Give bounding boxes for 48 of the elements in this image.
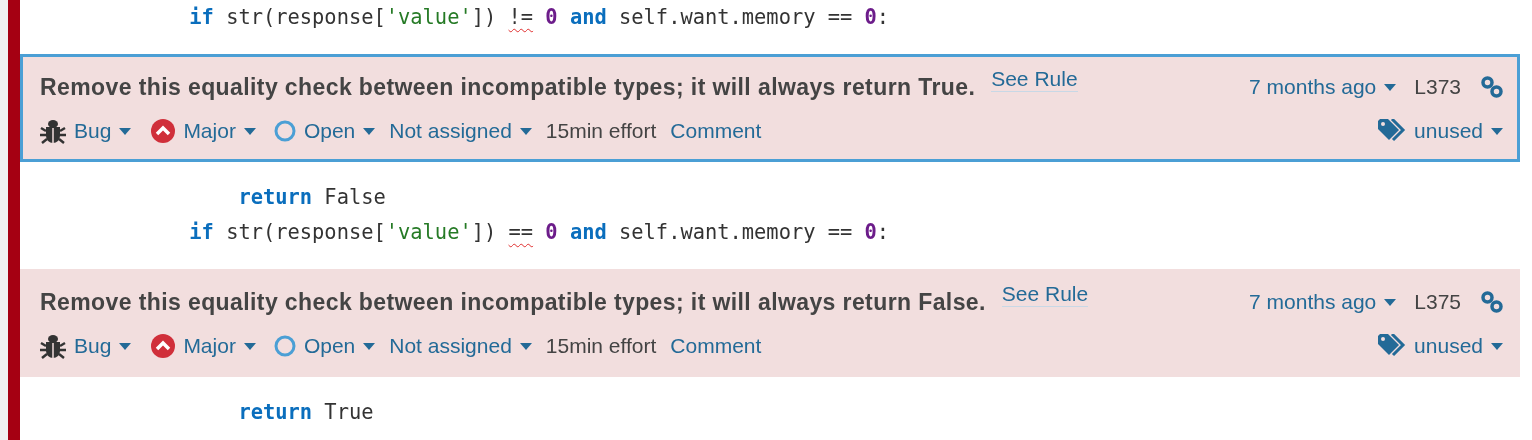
caret-icon: [119, 127, 132, 135]
caret-icon: [119, 342, 132, 350]
issue-message: Remove this equality check between incompatible types; it will always return True.: [40, 73, 976, 101]
assignee-dropdown[interactable]: Not assigned: [389, 119, 532, 143]
date-dropdown[interactable]: 7 months ago: [1249, 75, 1397, 99]
effort-label: 15min effort: [545, 334, 657, 358]
line-number: L373: [1414, 75, 1461, 99]
bug-icon: [40, 117, 66, 145]
caret-icon: [363, 127, 376, 135]
severity-icon: [151, 334, 176, 358]
tag-dropdown[interactable]: unused: [1414, 334, 1503, 358]
tag-dropdown[interactable]: unused: [1414, 119, 1503, 143]
severity-dropdown[interactable]: Major: [183, 334, 256, 358]
caret-icon: [1384, 298, 1397, 306]
caret-icon: [1491, 127, 1503, 135]
issue-message: Remove this equality check between incompatible types; it will always return False.: [40, 288, 986, 316]
link-icon[interactable]: [1481, 291, 1503, 313]
assignee-dropdown[interactable]: Not assigned: [389, 334, 532, 358]
severity-icon: [151, 119, 176, 143]
see-rule-link[interactable]: See Rule: [991, 67, 1078, 92]
comment-link[interactable]: Comment: [670, 334, 762, 358]
code-line: return True: [237, 399, 374, 426]
line-number: L375: [1414, 290, 1461, 314]
date-dropdown[interactable]: 7 months ago: [1249, 290, 1397, 314]
tag-icon: [1378, 334, 1407, 358]
caret-icon: [243, 127, 256, 135]
bug-icon: [40, 332, 66, 360]
caret-icon: [519, 342, 532, 350]
see-rule-link[interactable]: See Rule: [1001, 282, 1089, 307]
type-dropdown[interactable]: Bug: [74, 334, 132, 358]
circle-icon: [273, 120, 296, 142]
code-line: return False: [237, 184, 386, 211]
caret-icon: [519, 127, 532, 135]
severity-dropdown[interactable]: Major: [183, 119, 256, 143]
comment-link[interactable]: Comment: [670, 119, 762, 143]
status-dropdown[interactable]: Open: [303, 334, 376, 358]
tag-icon: [1378, 119, 1407, 143]
caret-icon: [1384, 83, 1397, 91]
link-icon[interactable]: [1481, 76, 1503, 98]
circle-icon: [273, 335, 296, 357]
effort-label: 15min effort: [545, 119, 657, 143]
type-dropdown[interactable]: Bug: [74, 119, 132, 143]
caret-icon: [243, 342, 256, 350]
caret-icon: [1491, 342, 1503, 350]
code-line: if str(response['value']) == 0 and self.want.memory == 0:: [188, 219, 890, 246]
code-line: if str(response['value']) != 0 and self.want.memory == 0:: [188, 4, 890, 31]
status-dropdown[interactable]: Open: [303, 119, 376, 143]
caret-icon: [363, 342, 376, 350]
